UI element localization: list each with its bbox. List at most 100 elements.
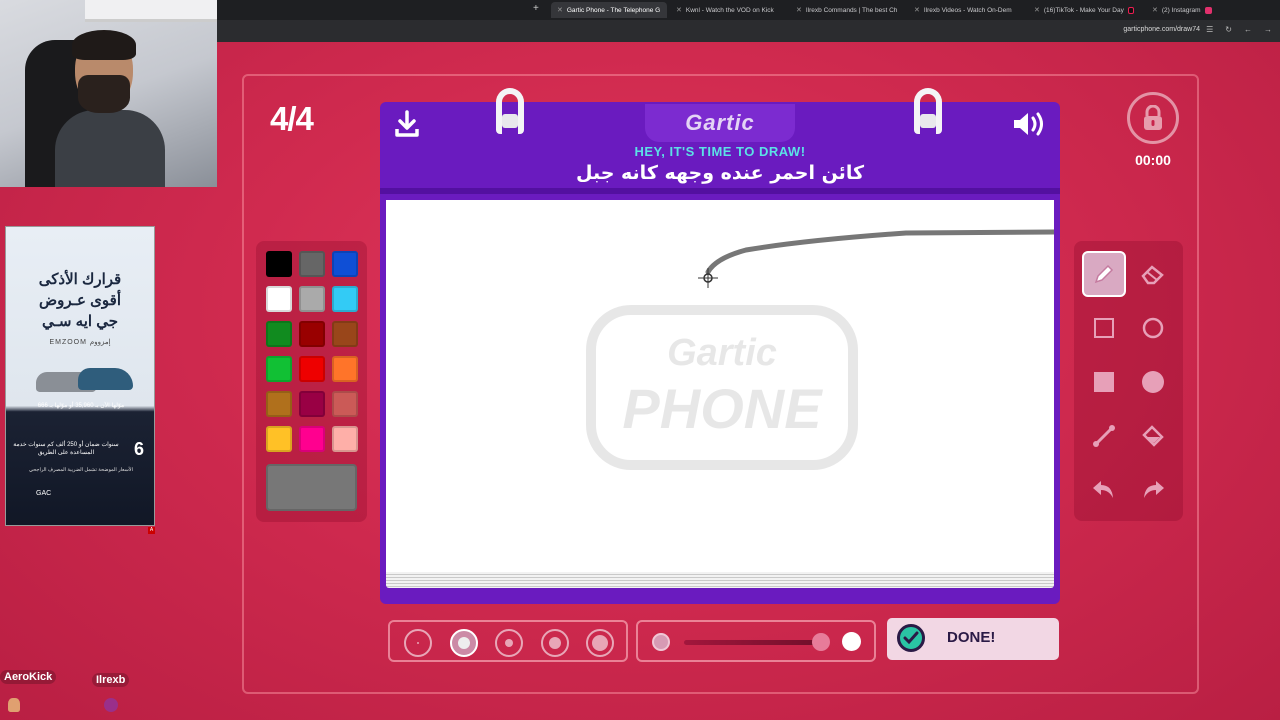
color-swatch-tan[interactable]: [266, 391, 292, 417]
color-swatch-cyan[interactable]: [332, 286, 358, 312]
fill-bucket-icon: [1142, 425, 1164, 447]
close-tab-icon[interactable]: ✕: [676, 6, 682, 14]
size-option-3[interactable]: [495, 629, 523, 657]
color-swatch-green[interactable]: [266, 321, 292, 347]
tab-label: (16)TikTok - Make Your Day: [1043, 6, 1124, 14]
close-tab-icon[interactable]: ✕: [796, 6, 802, 14]
pencil-tool[interactable]: [1082, 251, 1126, 297]
size-dot: [592, 635, 608, 651]
opacity-handle[interactable]: [812, 633, 830, 651]
done-label: DONE!: [947, 629, 996, 646]
forward-icon[interactable]: →: [1264, 25, 1272, 34]
avatar-right: [104, 698, 118, 712]
lock-timer-icon: [1127, 92, 1179, 144]
color-swatch-light-gray[interactable]: [299, 286, 325, 312]
size-option-5[interactable]: [586, 629, 614, 657]
circle-outline-tool[interactable]: [1131, 305, 1175, 351]
ad-cars-image: [36, 362, 133, 392]
browser-tab-videos[interactable]: ✕ Ilrexb Videos - Watch On-Dem: [908, 2, 1020, 18]
undo-icon: [1093, 481, 1113, 498]
screen: + ✕ Gartic Phone - The Telephone G ✕ Kwn…: [0, 0, 1280, 720]
redo-tool[interactable]: [1131, 467, 1175, 513]
eraser-icon: [1141, 265, 1164, 285]
square-outline-tool[interactable]: [1082, 305, 1126, 351]
close-tab-icon[interactable]: ✕: [557, 6, 563, 14]
size-option-1[interactable]: [404, 629, 432, 657]
color-swatch-blue[interactable]: [332, 251, 358, 277]
streamer-hair: [72, 30, 136, 60]
line-icon: [1093, 425, 1115, 447]
ring-clip-left: [502, 114, 518, 128]
drawing-canvas[interactable]: Gartic PHONE: [386, 200, 1054, 576]
color-swatch-dark-red[interactable]: [299, 321, 325, 347]
gartic-phone-watermark: Gartic PHONE: [586, 305, 858, 470]
canvas-svg: Gartic PHONE: [586, 229, 1054, 470]
ad-choices-icon[interactable]: A: [148, 527, 155, 534]
undo-tool[interactable]: [1082, 467, 1126, 513]
opacity-track[interactable]: [684, 640, 824, 645]
tab-label: Kwnl - Watch the VOD on Kick: [685, 6, 774, 14]
done-button[interactable]: DONE!: [887, 618, 1059, 660]
sound-icon[interactable]: [1012, 110, 1048, 143]
color-swatch-pink[interactable]: [299, 426, 325, 452]
color-swatch-red[interactable]: [299, 356, 325, 382]
tiktok-favicon-icon: [1127, 6, 1134, 14]
close-tab-icon[interactable]: ✕: [914, 6, 920, 14]
ad-bank-text: الأسعار الموضحة تشمل الضريبة المصرف الرا…: [28, 467, 133, 473]
ad-headline: قرارك الأذكى أقوى عـروض جي ايه سـي: [6, 269, 154, 332]
reload-icon[interactable]: ↻: [1225, 25, 1232, 34]
color-swatch-brown[interactable]: [332, 321, 358, 347]
air-conditioner: [85, 0, 217, 22]
car-blue: [78, 368, 133, 390]
close-tab-icon[interactable]: ✕: [1152, 6, 1158, 14]
timer: 00:00: [1135, 152, 1171, 168]
ad-headline-line: قرارك الأذكى: [38, 271, 122, 288]
browser-tab-gartic[interactable]: ✕ Gartic Phone - The Telephone G: [551, 2, 667, 18]
car-advertisement[interactable]: قرارك الأذكى أقوى عـروض جي ايه سـي EMZOO…: [5, 226, 155, 526]
size-option-4[interactable]: [541, 629, 569, 657]
crosshair-cursor-icon: [698, 268, 718, 288]
color-swatch-light-green[interactable]: [266, 356, 292, 382]
diamond-favicon-icon: [898, 7, 902, 13]
size-option-2[interactable]: [450, 629, 478, 657]
color-swatch-orange[interactable]: [332, 356, 358, 382]
browser-tab-tiktok[interactable]: ✕ (16)TikTok - Make Your Day: [1028, 2, 1140, 18]
download-icon[interactable]: [394, 110, 420, 143]
avatar-left: [8, 698, 20, 712]
tune-icon[interactable]: ☰: [1206, 25, 1213, 34]
browser-tab-kick[interactable]: ✕ Kwnl - Watch the VOD on Kick: [670, 2, 782, 18]
tab-label: Gartic Phone - The Telephone G: [566, 6, 661, 14]
square-filled-icon: [1094, 372, 1114, 392]
circle-filled-tool[interactable]: [1131, 359, 1175, 405]
color-swatch-salmon[interactable]: [332, 391, 358, 417]
color-swatch-maroon[interactable]: [299, 391, 325, 417]
eraser-tool[interactable]: [1131, 251, 1175, 297]
ad-warranty-text: سنوات ضمان أو 250 ألف كم سنوات خدمة المس…: [13, 442, 119, 456]
browser-tab-commands[interactable]: ✕ Ilrexb Commands | The best Ch: [790, 2, 902, 18]
back-icon[interactable]: ←: [1244, 25, 1252, 34]
color-swatch-yellow[interactable]: [266, 426, 292, 452]
close-tab-icon[interactable]: ✕: [1034, 6, 1040, 14]
notebook-header: Gartic HEY, IT'S TIME TO DRAW! كائن احمر…: [380, 88, 1060, 194]
ad-brand: EMZOOM إمزووم: [49, 339, 111, 346]
pencil-icon: [1094, 264, 1114, 284]
line-tool[interactable]: [1082, 413, 1126, 459]
streamer-beard: [78, 75, 130, 113]
circle-outline-icon: [1142, 317, 1164, 339]
gartic-logo: Gartic: [645, 104, 795, 142]
ad-years-number: 6: [133, 439, 144, 459]
size-dot: [505, 639, 513, 647]
webcam-overlay: [0, 0, 217, 187]
browser-tab-instagram[interactable]: ✕ (2) Instagram: [1146, 2, 1261, 18]
watermark-phone: PHONE: [622, 377, 823, 440]
gartic-logo-text: Gartic: [685, 110, 755, 135]
fill-bucket-tool[interactable]: [1131, 413, 1175, 459]
url-text[interactable]: garticphone.com/draw74: [1123, 26, 1200, 33]
lock-icon: [1144, 105, 1162, 130]
square-filled-tool[interactable]: [1082, 359, 1126, 405]
color-swatch-gray[interactable]: [299, 251, 325, 277]
color-swatch-black[interactable]: [266, 251, 292, 277]
new-tab-button[interactable]: +: [533, 3, 539, 14]
color-swatch-white[interactable]: [266, 286, 292, 312]
color-swatch-light-pink[interactable]: [332, 426, 358, 452]
